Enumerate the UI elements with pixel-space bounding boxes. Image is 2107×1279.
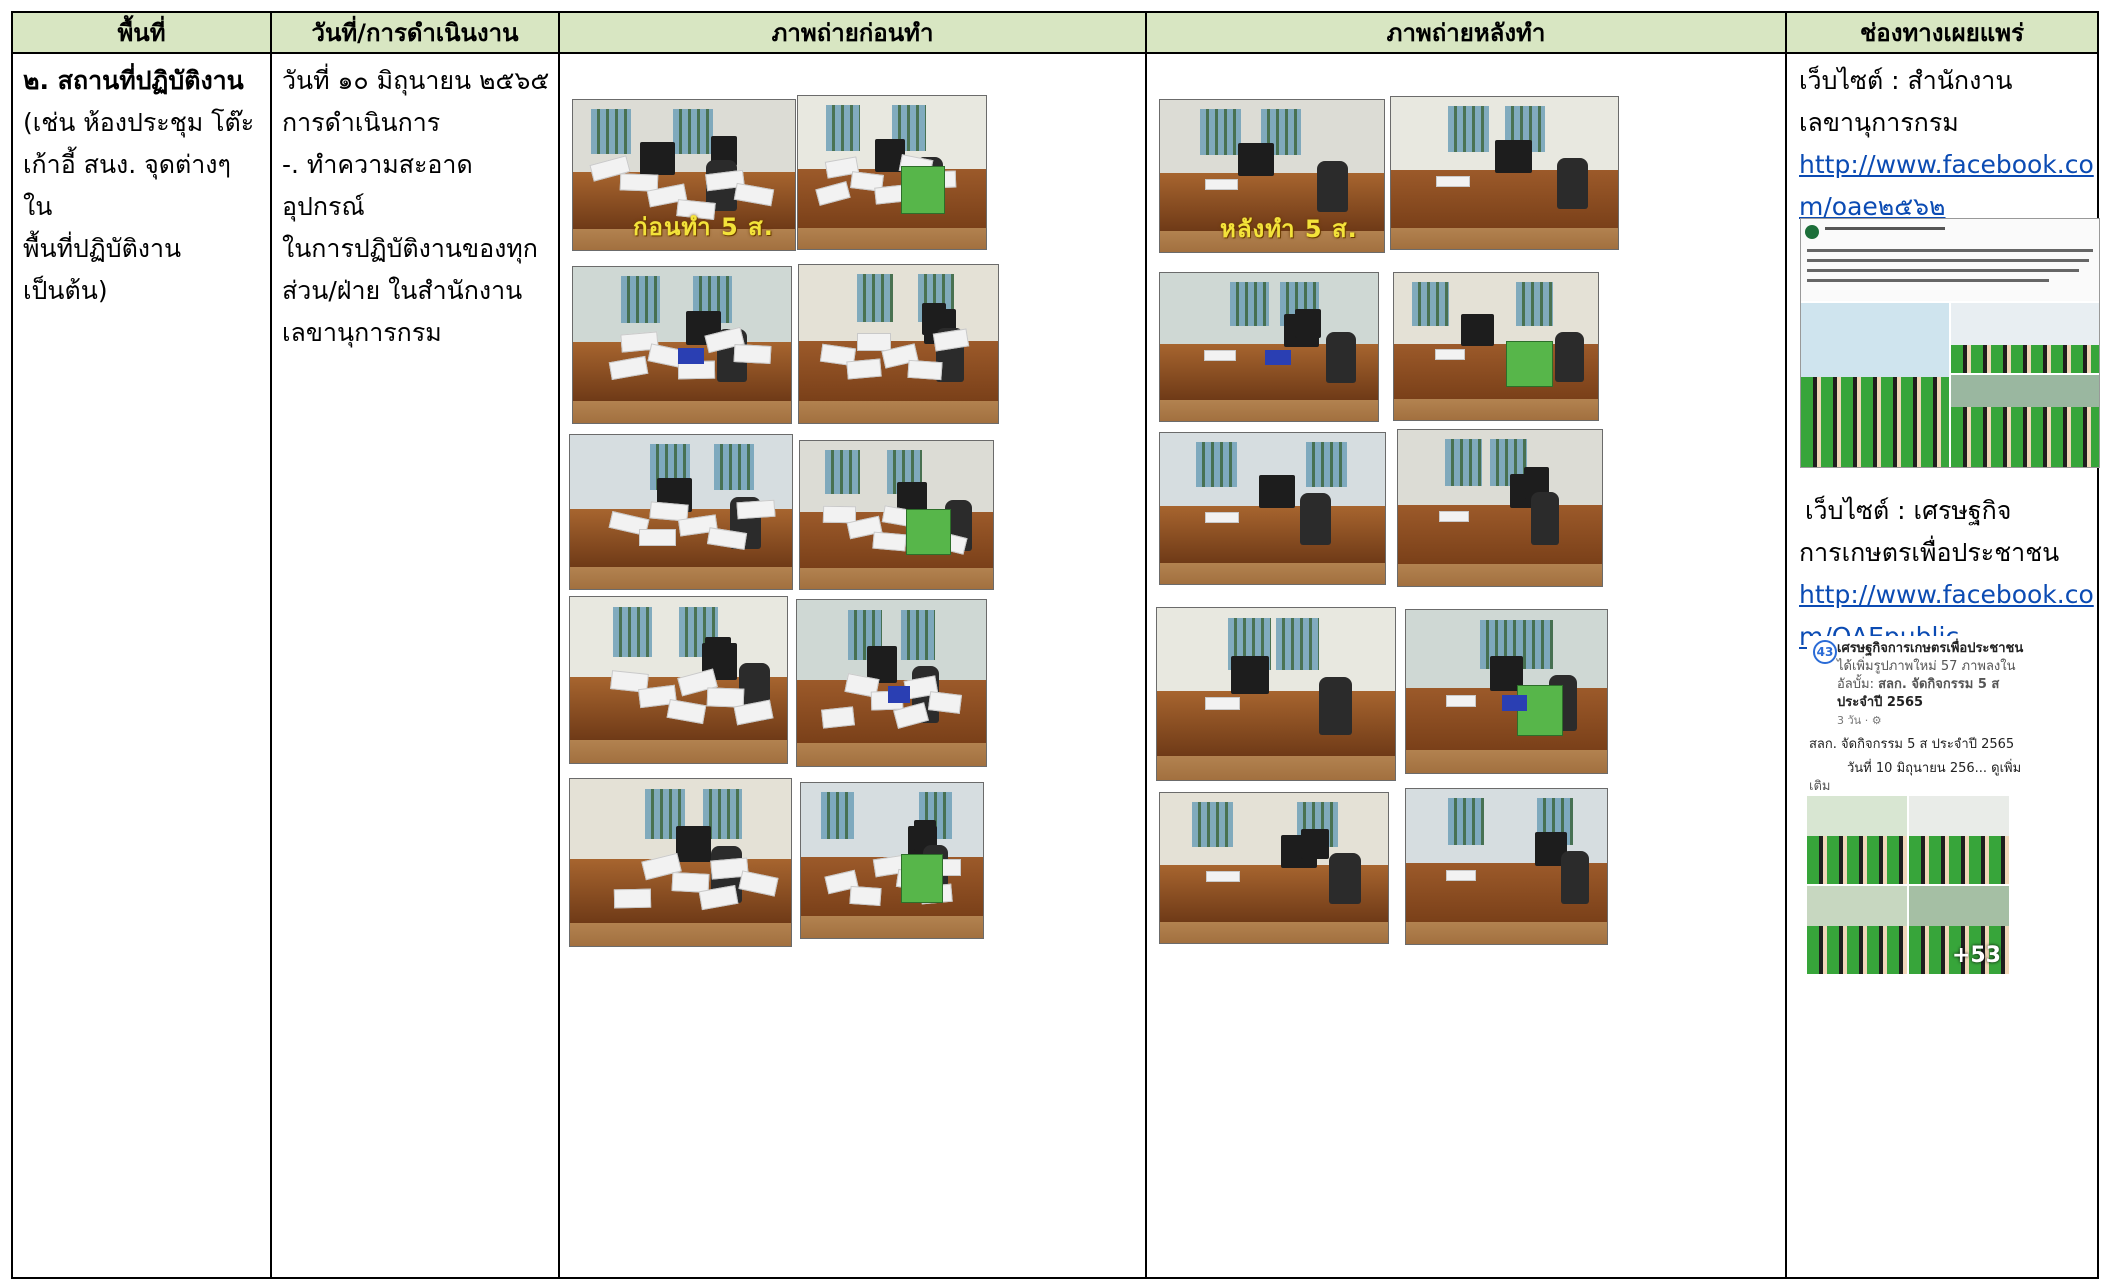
post-line: อัลบั้ม: [1837,677,1879,692]
date-line: -. ทำความสะอาดอุปกรณ์ [282,150,473,221]
page-logo-icon: 43 [1813,640,1837,664]
post-body: สลก. จัดกิจกรรม 5 ส ประจำปี 2565 [1809,737,2015,752]
post-body: วันที่ 10 มิถุนายน 256... ดูเพิ่ม [1847,761,2022,776]
office-photo [1405,609,1608,774]
facebook-post-screenshot-2: 43 เศรษฐกิจการเกษตรเพื่อประชาชน ได้เพิ่ม… [1807,636,2087,976]
office-photo [1159,432,1386,585]
date-line: วันที่ ๑๐ มิถุนายน ๒๕๖๕ [282,66,550,95]
channel-cell: เว็บไซต์ : สำนักงาน เลขานุการกรม http://… [1785,52,2100,1279]
office-photo [569,596,788,764]
channel2-label: เว็บไซต์ : เศรษฐกิจ [1805,496,2012,525]
facebook-post-screenshot-1 [1800,218,2100,468]
office-photo [799,440,994,590]
office-photo [569,434,793,590]
post-album: สลก. จัดกิจกรรม 5 ส [1878,677,2000,692]
channel2-label: การเกษตรเพื่อประชาชน [1799,538,2060,567]
post-line: ได้เพิ่มรูปภาพใหม่ 57 ภาพลงใน [1837,659,2016,674]
office-photo [797,95,987,250]
channel1-link[interactable]: http://www.facebook.co [1799,144,2094,186]
office-photo [1159,272,1379,422]
more-photos-count: +53 [1951,943,2001,968]
office-photo [1393,272,1599,421]
office-photo [1397,429,1603,587]
before-photos-cell: ก่อนทำ 5 ส. [558,52,1147,1279]
date-line: การดำเนินการ [282,108,441,137]
office-photo [800,782,984,939]
report-table: พื้นที่ วันที่/การดำเนินงาน ภาพถ่ายก่อนท… [11,11,2100,1279]
channel1-label: เลขานุการกรม [1799,108,1959,137]
channel1-label: เว็บไซต์ : สำนักงาน [1799,66,2013,95]
area-line: พื้นที่ปฏิบัติงาน [23,234,182,263]
photo-caption: หลังทำ 5 ส. [1220,215,1358,243]
date-line: เลขานุการกรม [282,318,442,347]
office-photo: ก่อนทำ 5 ส. [572,99,796,251]
header-after-photos: ภาพถ่ายหลังทำ [1145,11,1787,54]
office-photo [572,266,792,424]
office-photo [1390,96,1619,250]
after-photos-cell: หลังทำ 5 ส. [1145,52,1787,1279]
date-cell: วันที่ ๑๐ มิถุนายน ๒๕๖๕ การดำเนินการ -. … [270,52,560,1279]
post-page-name: เศรษฐกิจการเกษตรเพื่อประชาชน [1837,641,2024,656]
header-channel: ช่องทางเผยแพร่ [1785,11,2099,54]
area-line: เป็นต้น) [23,276,108,305]
channel-content: เว็บไซต์ : สำนักงาน เลขานุการกรม http://… [1787,54,2100,1277]
office-photo [796,599,987,767]
area-cell: ๒. สถานที่ปฏิบัติงาน (เช่น ห้องประชุม โต… [11,52,272,1279]
office-photo [1156,607,1396,781]
area-line: (เช่น ห้องประชุม โต๊ะ [23,108,255,137]
post-time: 3 วัน · [1837,714,1872,727]
post-body: เติม [1809,779,1831,794]
office-photo [569,778,792,947]
date-line: ในการปฏิบัติงานของทุก [282,234,538,263]
after-photo-grid: หลังทำ 5 ส. [1147,54,1785,1277]
before-photo-grid: ก่อนทำ 5 ส. [560,54,1145,1277]
header-area: พื้นที่ [11,11,272,54]
office-photo [1405,788,1608,945]
globe-icon: ⚙ [1871,714,1882,727]
header-before-photos: ภาพถ่ายก่อนทำ [558,11,1147,54]
date-line: ส่วน/ฝ่าย ในสำนักงาน [282,276,523,305]
area-title: ๒. สถานที่ปฏิบัติงาน [23,66,244,95]
area-line: เก้าอี้ สนง. จุดต่างๆ ใน [23,150,231,221]
office-photo [798,264,999,424]
office-photo: หลังทำ 5 ส. [1159,99,1385,253]
office-photo [1159,792,1389,944]
header-date: วันที่/การดำเนินงาน [270,11,560,54]
channel2-link[interactable]: http://www.facebook.co [1799,574,2094,616]
post-album: ประจำปี 2565 [1837,695,1924,710]
photo-caption: ก่อนทำ 5 ส. [633,213,774,241]
